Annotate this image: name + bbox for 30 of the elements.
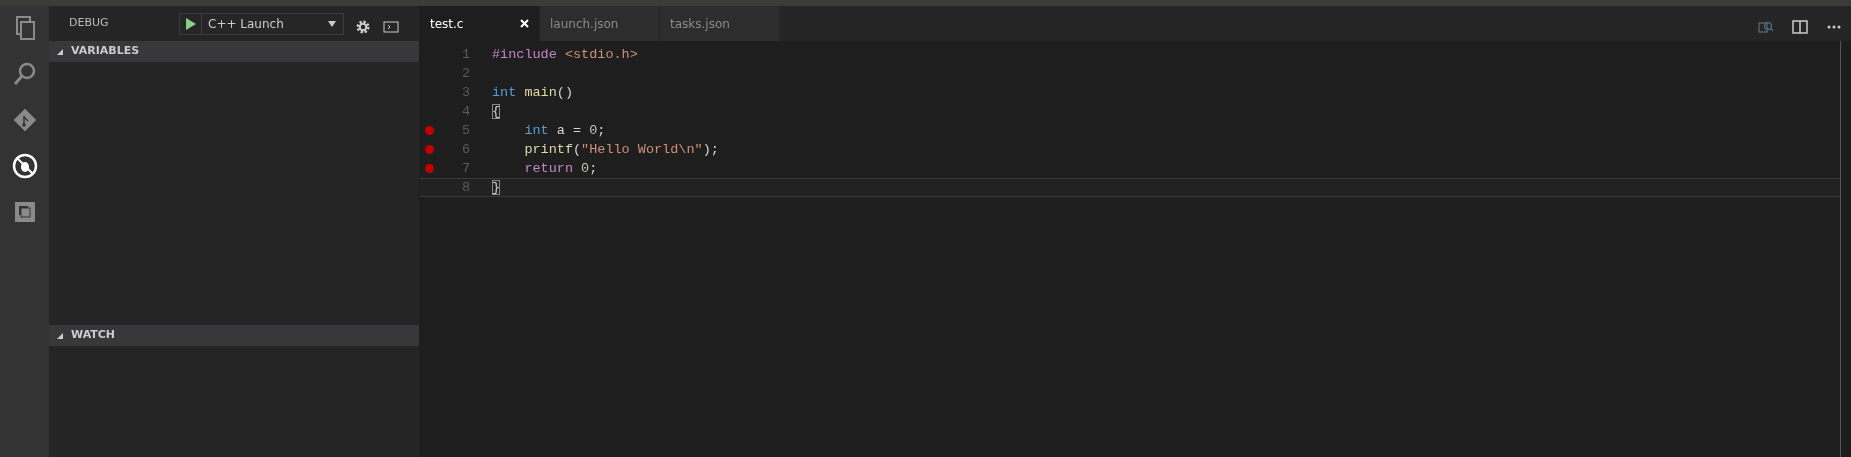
- editor-tab[interactable]: tasks.json: [660, 6, 780, 41]
- line-number: 3: [461, 84, 470, 101]
- panel-title: DEBUG: [69, 15, 110, 32]
- editor-tab[interactable]: test.c: [420, 6, 540, 41]
- line-number: 5: [461, 122, 470, 139]
- close-icon[interactable]: [520, 19, 529, 28]
- expanded-triangle-icon: [57, 332, 63, 339]
- code-line: int a = 0;: [523, 123, 606, 138]
- caret-icon: [328, 20, 336, 27]
- line-number: 7: [461, 160, 470, 177]
- line-number: 1: [461, 46, 470, 63]
- line-number: 4: [461, 103, 470, 120]
- section-header[interactable]: VARIABLES: [49, 41, 419, 62]
- line-number: 8: [461, 179, 470, 196]
- editor-tab[interactable]: launch.json: [540, 6, 660, 41]
- section-header[interactable]: WATCH: [49, 325, 419, 346]
- code-line: {: [492, 104, 501, 119]
- breakpoint-dot[interactable]: [425, 126, 434, 135]
- code-line: #include <stdio.h>: [492, 47, 638, 62]
- configuration-dropdown[interactable]: C++ Launch: [179, 12, 344, 35]
- debug-icon[interactable]: [10, 152, 39, 180]
- expanded-triangle-icon: [57, 48, 63, 55]
- breakpoint-dot[interactable]: [425, 164, 434, 173]
- line-number: 2: [461, 65, 470, 82]
- code-line: }: [492, 180, 501, 195]
- code-line: printf("Hello World\n");: [523, 142, 719, 157]
- line-number: 6: [461, 141, 470, 158]
- code-line: int main(): [492, 85, 574, 100]
- code-line: return 0;: [523, 161, 598, 176]
- breakpoint-dot[interactable]: [425, 145, 434, 154]
